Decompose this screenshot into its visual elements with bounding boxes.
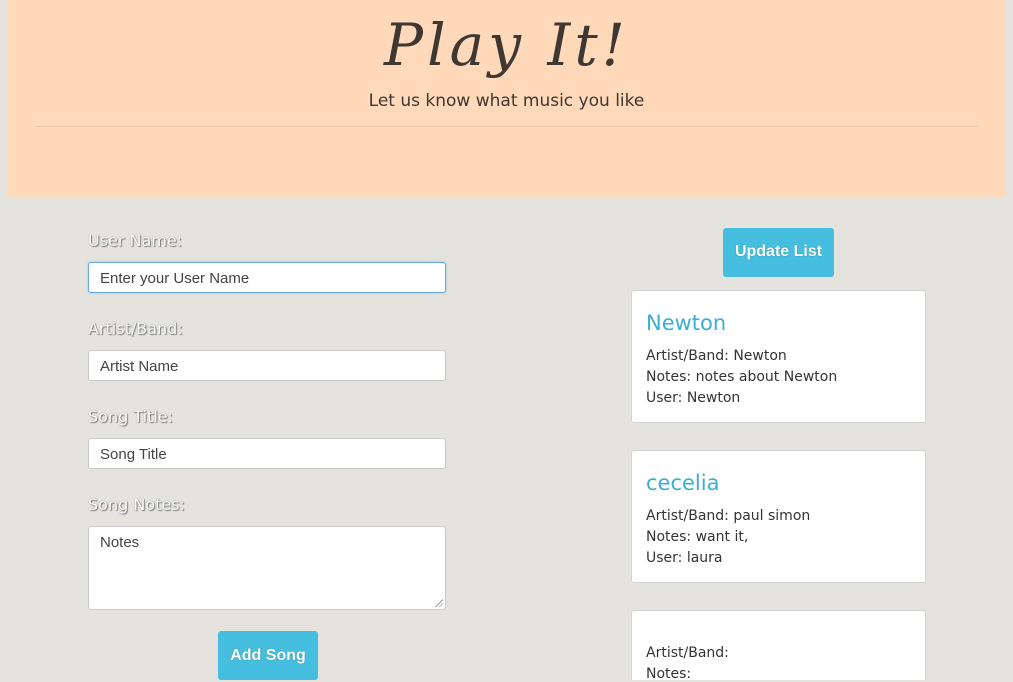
- song-card-artist: Artist/Band: paul simon: [646, 508, 811, 524]
- song-card-user: User: laura: [646, 550, 723, 566]
- update-list-button[interactable]: Update List: [723, 228, 834, 277]
- user-name-label: User Name:: [88, 231, 183, 250]
- song-card: cecelia Artist/Band: paul simon Notes: w…: [631, 450, 926, 583]
- song-card-notes: Notes: notes about Newton: [646, 369, 838, 385]
- artist-label: Artist/Band:: [88, 319, 183, 338]
- resize-grip-icon[interactable]: [435, 599, 443, 607]
- song-card-artist: Artist/Band: Newton: [646, 348, 787, 364]
- song-card-artist: Artist/Band:: [646, 645, 729, 661]
- song-card-title: Newton: [646, 311, 727, 335]
- song-notes-placeholder: Notes: [100, 534, 140, 551]
- page-header: Play It! Let us know what music you like: [8, 0, 1005, 198]
- song-notes-textarea[interactable]: Notes: [88, 526, 446, 610]
- song-card-user: User: Newton: [646, 390, 741, 406]
- song-title-label: Song Title:: [88, 407, 174, 426]
- song-card-notes: Notes: want it,: [646, 529, 749, 545]
- song-card: Artist/Band: Notes:: [631, 610, 926, 682]
- song-title-input[interactable]: Song Title: [88, 438, 446, 469]
- song-notes-label: Song Notes:: [88, 495, 185, 514]
- page-title: Play It!: [384, 11, 629, 79]
- song-card: Newton Artist/Band: Newton Notes: notes …: [631, 290, 926, 423]
- song-card-title: cecelia: [646, 471, 720, 495]
- user-name-input[interactable]: Enter your User Name: [88, 262, 446, 293]
- page-subtitle: Let us know what music you like: [368, 91, 645, 111]
- add-song-button[interactable]: Add Song: [218, 631, 318, 680]
- header-divider: [36, 126, 978, 127]
- artist-input[interactable]: Artist Name: [88, 350, 446, 381]
